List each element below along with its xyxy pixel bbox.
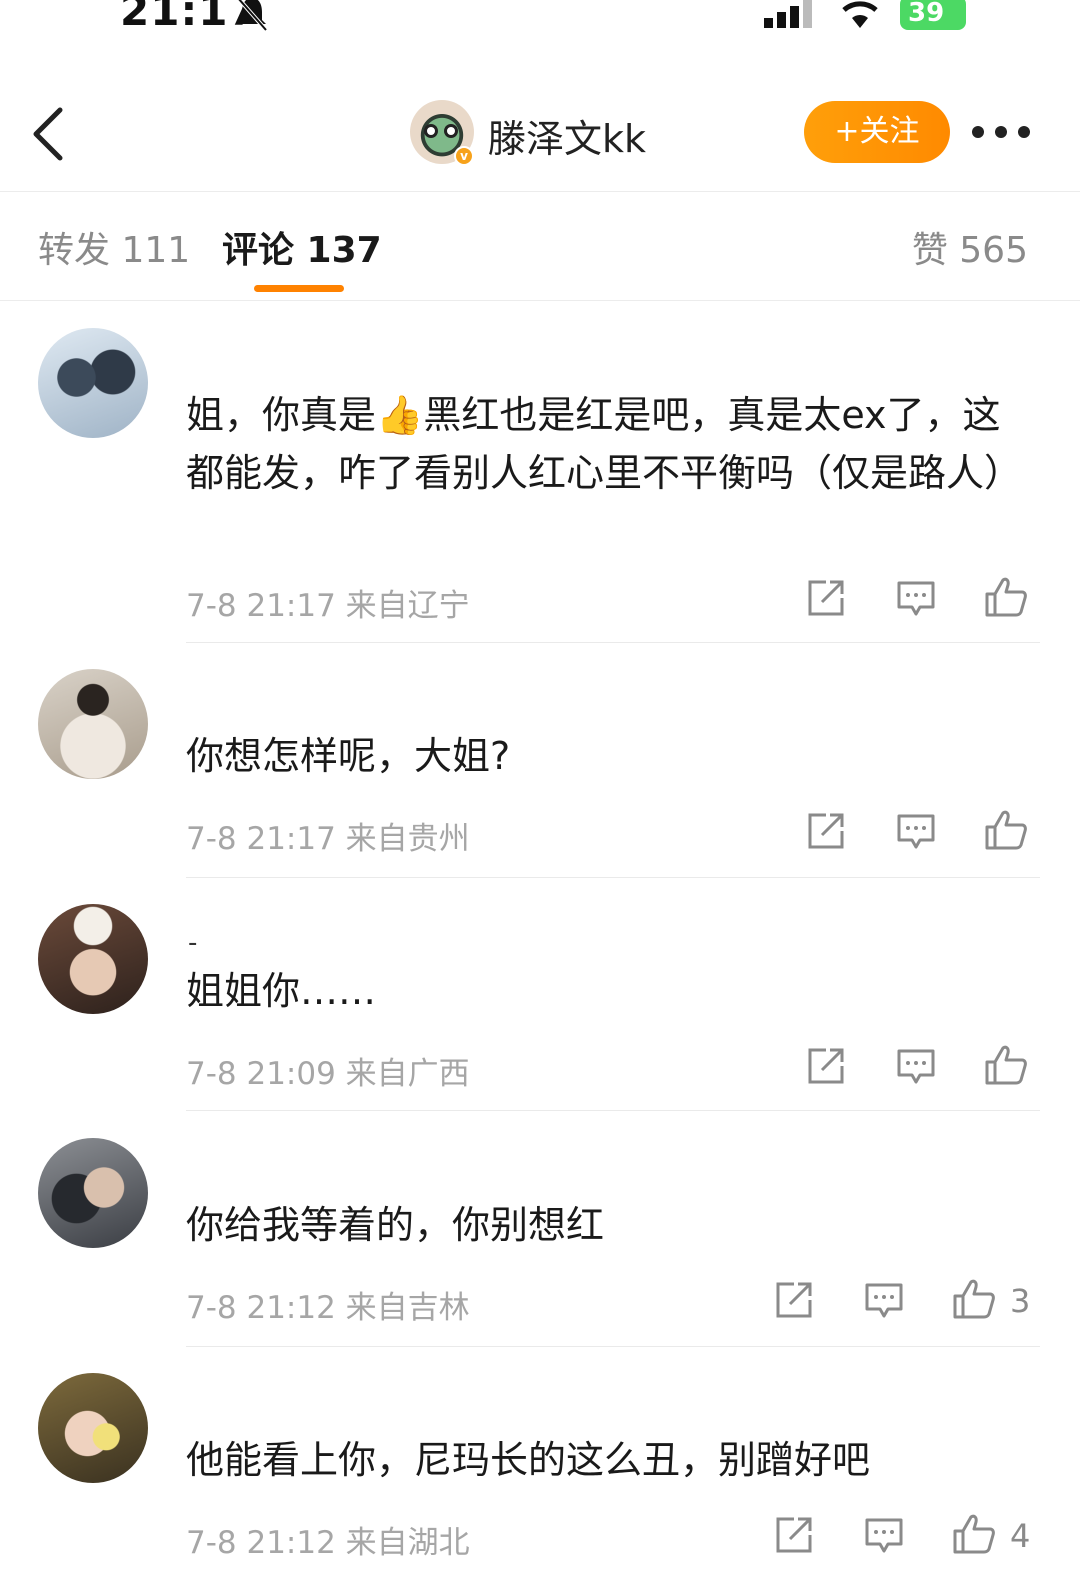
reply-icon[interactable] — [896, 813, 936, 855]
divider — [186, 642, 1040, 643]
comment-item: 你想怎样呢，大姐? 7-8 21:17 来自贵州 — [0, 645, 1080, 880]
like-count: 4 — [1010, 1517, 1031, 1555]
back-arrow-icon[interactable] — [30, 106, 66, 166]
like-icon[interactable] — [984, 809, 1028, 855]
commenter-avatar[interactable] — [38, 1373, 148, 1483]
comment-text: 姐，你真是👍黑红也是红是吧，真是太ex了，这都能发，咋了看别人红心里不平衡吗（仅… — [186, 393, 1023, 495]
divider — [186, 1110, 1040, 1111]
author-username[interactable]: 滕泽文kk — [488, 108, 646, 163]
like-icon[interactable] — [952, 1278, 996, 1324]
like-icon[interactable] — [984, 1044, 1028, 1090]
mute-bell-icon — [232, 0, 272, 38]
active-tab-indicator — [254, 285, 344, 292]
battery-indicator: 39 — [900, 0, 966, 30]
reply-icon[interactable] — [864, 1517, 904, 1559]
tab-comments[interactable]: 评论 137 — [222, 221, 382, 273]
comment-item: - 姐姐你…… 7-8 21:09 来自广西 — [0, 880, 1080, 1114]
repost-icon[interactable] — [774, 1280, 814, 1324]
tab-bar: 转发 111 评论 137 赞 565 — [0, 193, 1080, 301]
comment-text: 你想怎样呢，大姐? — [186, 734, 511, 778]
repost-icon[interactable] — [806, 578, 846, 622]
tab-likes[interactable]: 赞 565 — [912, 221, 1028, 273]
comment-text: 你给我等着的，你别想红 — [186, 1203, 605, 1247]
verified-badge-icon: v — [454, 146, 474, 166]
reply-icon[interactable] — [896, 1048, 936, 1090]
like-icon[interactable] — [952, 1513, 996, 1559]
avatar-eye — [444, 124, 458, 138]
repost-icon[interactable] — [774, 1515, 814, 1559]
reply-icon[interactable] — [864, 1282, 904, 1324]
comment-prefix: - — [188, 928, 198, 958]
commenter-avatar[interactable] — [38, 904, 148, 1014]
comment-meta: 7-8 21:17 来自贵州 — [186, 821, 470, 857]
comment-item: 你给我等着的，你别想红 7-8 21:12 来自吉林 3 — [0, 1114, 1080, 1349]
comment-text: 他能看上你，尼玛长的这么丑，别蹭好吧 — [186, 1438, 871, 1482]
reply-icon[interactable] — [896, 580, 936, 622]
repost-icon[interactable] — [806, 811, 846, 855]
comment-text: 姐姐你…… — [186, 969, 377, 1013]
nav-bar: v 滕泽文kk +关注 — [0, 70, 1080, 192]
avatar-eye — [424, 124, 438, 138]
status-bar: 21:17 39 — [0, 0, 1080, 60]
cellular-signal-icon — [764, 0, 820, 34]
comment-item: 他能看上你，尼玛长的这么丑，别蹭好吧 7-8 21:12 来自湖北 4 — [0, 1349, 1080, 1587]
like-icon[interactable] — [984, 576, 1028, 622]
divider — [186, 1346, 1040, 1347]
divider — [186, 877, 1040, 878]
commenter-avatar[interactable] — [38, 669, 148, 779]
more-options-icon[interactable] — [970, 122, 1032, 146]
comment-meta: 7-8 21:12 来自吉林 — [186, 1290, 470, 1326]
comment-meta: 7-8 21:17 来自辽宁 — [186, 588, 470, 624]
comment-meta: 7-8 21:12 来自湖北 — [186, 1525, 470, 1561]
follow-button[interactable]: +关注 — [804, 101, 950, 163]
commenter-avatar[interactable] — [38, 1138, 148, 1248]
wifi-icon — [838, 0, 882, 34]
comment-item: 姐，你真是👍黑红也是红是吧，真是太ex了，这都能发，咋了看别人红心里不平衡吗（仅… — [0, 300, 1080, 645]
repost-icon[interactable] — [806, 1046, 846, 1090]
commenter-avatar[interactable] — [38, 328, 148, 438]
like-count: 3 — [1010, 1282, 1031, 1320]
tab-repost[interactable]: 转发 111 — [38, 221, 190, 273]
comment-meta: 7-8 21:09 来自广西 — [186, 1056, 470, 1092]
